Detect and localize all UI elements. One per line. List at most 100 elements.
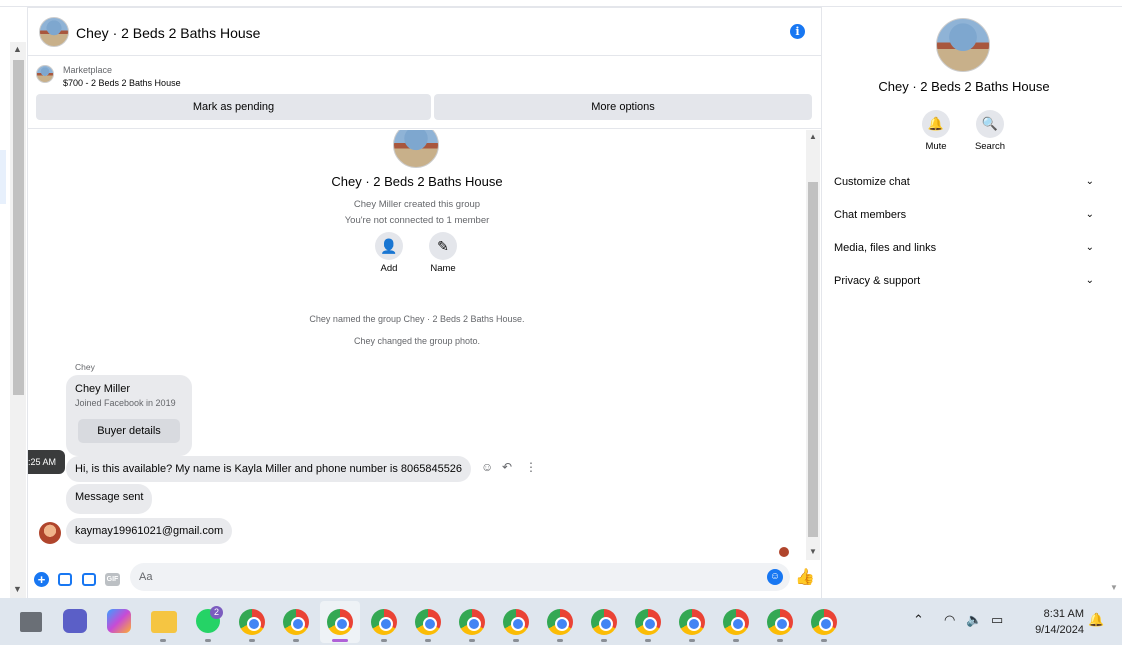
name-label: Name [430,263,456,274]
chat-window: Chey · 2 Beds 2 Baths House i Marketplac… [27,7,823,598]
message-scrollbar[interactable]: ▲ ▼ [806,130,820,560]
system-message-photo: Chey changed the group photo. [353,336,481,346]
chrome-profile-icon[interactable] [371,609,397,635]
running-indicator [425,639,431,642]
teams-icon[interactable] [63,609,87,633]
file-explorer-icon[interactable] [151,611,177,633]
chat-title[interactable]: Chey · 2 Beds 2 Baths House [76,25,260,41]
chrome-profile-icon[interactable] [503,609,529,635]
clock[interactable]: 8:31 AM 9/14/2024 [1018,606,1084,638]
message-scroll-thumb[interactable] [808,182,818,537]
chevron-down-icon: ⌄ [1085,242,1094,253]
row-label: Privacy & support [834,275,921,287]
sticker-icon[interactable] [82,573,96,586]
running-indicator [160,639,166,642]
scroll-up-arrow-icon[interactable]: ▲ [13,44,22,54]
plus-icon[interactable]: + [34,572,49,587]
chevron-down-icon: ⌄ [1085,176,1094,187]
scroll-down-arrow-icon[interactable]: ▼ [13,584,22,594]
scroll-up-arrow-icon[interactable]: ▲ [809,132,817,141]
panel-scrollbar[interactable]: ▼ [1106,7,1122,598]
scroll-down-arrow-icon[interactable]: ▼ [1110,583,1118,592]
message-bubble[interactable]: kaymay19961021@gmail.com [66,518,233,544]
buyer-details-button[interactable]: Buyer details [78,419,180,443]
chat-details-panel: Chey · 2 Beds 2 Baths House 🔔 Mute 🔍 Sea… [822,7,1106,598]
chevron-down-icon: ⌄ [1085,275,1094,286]
search-icon[interactable]: 🔍 [976,110,1004,138]
chrome-profile-icon[interactable] [327,609,353,635]
not-connected-text: You're not connected to 1 member [344,215,490,226]
profile-card: Chey Miller Joined Facebook in 2019 Buye… [66,375,192,456]
bell-icon[interactable]: 🔔 [922,110,950,138]
chrome-profile-icon[interactable] [591,609,617,635]
row-label: Media, files and links [834,242,937,254]
chrome-profile-icon[interactable] [415,609,441,635]
page-scrollbar[interactable]: ▲ ▼ [10,42,26,598]
system-message-named: Chey named the group Chey · 2 Beds 2 Bat… [309,314,525,324]
active-indicator [332,639,348,642]
group-title: Chey · 2 Beds 2 Baths House [331,174,503,189]
copilot-icon[interactable] [107,609,131,633]
page-scroll-thumb[interactable] [13,60,24,395]
chrome-icon[interactable] [239,609,265,635]
running-indicator [249,639,255,642]
listing-thumbnail[interactable] [36,65,54,83]
chrome-profile-icon[interactable] [635,609,661,635]
chrome-profile-icon[interactable] [767,609,793,635]
sender-avatar[interactable] [39,522,61,544]
more-options-button[interactable]: More options [434,94,812,120]
running-indicator [733,639,739,642]
running-indicator [205,639,211,642]
battery-icon[interactable]: ▭ [991,612,1003,628]
more-actions-icon[interactable]: ⋮ [525,460,537,474]
thumbs-up-icon[interactable]: 👍 [795,567,815,587]
photo-icon[interactable] [58,573,72,586]
pencil-icon[interactable]: ✎ [429,232,457,260]
chrome-profile-icon[interactable] [283,609,309,635]
mark-pending-button[interactable]: Mark as pending [36,94,431,120]
add-member-icon[interactable]: 👤 [375,232,403,260]
card-name[interactable]: Chey Miller [75,383,130,395]
chevron-down-icon: ⌄ [1085,209,1094,220]
row-label: Customize chat [834,176,910,188]
running-indicator [601,639,607,642]
scroll-down-arrow-icon[interactable]: ▼ [809,547,817,556]
chat-avatar[interactable] [39,17,69,47]
row-media-files[interactable]: Media, files and links ⌄ [834,242,1094,262]
notification-bell-icon[interactable]: 🔔 [1088,612,1104,628]
left-edge-highlight [0,150,6,204]
reply-icon[interactable]: ↶ [502,460,512,474]
message-list[interactable]: Chey · 2 Beds 2 Baths House Chey Miller … [28,130,806,560]
row-chat-members[interactable]: Chat members ⌄ [834,209,1094,229]
panel-title: Chey · 2 Beds 2 Baths House [878,79,1050,94]
running-indicator [381,639,387,642]
chrome-profile-icon[interactable] [723,609,749,635]
volume-icon[interactable]: 🔈 [966,612,982,628]
message-input[interactable] [130,563,790,591]
message-bubble[interactable]: Hi, is this available? My name is Kayla … [66,456,472,482]
task-view-icon[interactable] [20,612,42,632]
chrome-profile-icon[interactable] [547,609,573,635]
emoji-icon[interactable]: ☺ [767,569,783,585]
info-icon[interactable]: i [790,24,805,39]
chevron-up-icon[interactable]: ⌃ [913,612,924,628]
row-privacy-support[interactable]: Privacy & support ⌄ [834,275,1094,295]
listing-title[interactable]: $700 - 2 Beds 2 Baths House [63,78,181,88]
row-label: Chat members [834,209,907,221]
running-indicator [469,639,475,642]
card-joined: Joined Facebook in 2019 [75,398,176,408]
search-label: Search [974,141,1006,152]
message-bubble[interactable]: Message sent [66,484,153,514]
panel-avatar[interactable] [936,18,990,72]
gif-icon[interactable]: GIF [105,573,120,586]
chrome-profile-icon[interactable] [811,609,837,635]
running-indicator [777,639,783,642]
running-indicator [557,639,563,642]
group-avatar [393,130,439,168]
chrome-profile-icon[interactable] [459,609,485,635]
clock-date: 9/14/2024 [1035,624,1084,636]
wifi-icon[interactable]: ◠ [944,612,955,628]
row-customize-chat[interactable]: Customize chat ⌄ [834,176,1094,196]
chrome-profile-icon[interactable] [679,609,705,635]
emoji-react-icon[interactable]: ☺ [481,460,493,474]
